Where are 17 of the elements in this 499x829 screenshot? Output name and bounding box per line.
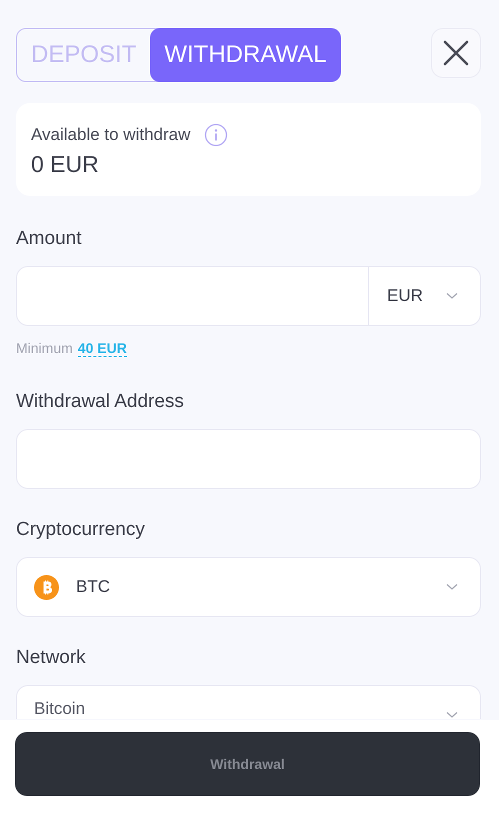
amount-label: Amount xyxy=(16,228,82,250)
close-icon xyxy=(442,39,470,67)
coin-icon xyxy=(34,574,59,600)
info-icon[interactable] xyxy=(204,123,228,147)
balance-value: 0 EUR xyxy=(31,151,100,178)
close-button[interactable] xyxy=(431,28,481,78)
cryptocurrency-dropdown[interactable]: BTC xyxy=(16,557,481,617)
balance-label: Available to withdraw xyxy=(31,125,190,145)
address-label: Withdrawal Address xyxy=(16,391,185,413)
network-dropdown[interactable]: Bitcoin xyxy=(16,685,481,719)
network-label: Network xyxy=(16,647,87,669)
minimum-amount-link[interactable]: 40 EUR xyxy=(78,340,127,357)
tab[interactable]: WITHDRAWAL xyxy=(150,28,341,82)
chevron-down-icon xyxy=(446,711,458,719)
minimum-label: Minimum xyxy=(16,340,73,357)
chevron-down-icon xyxy=(446,583,458,591)
cryptocurrency-label: Cryptocurrency xyxy=(16,519,146,541)
